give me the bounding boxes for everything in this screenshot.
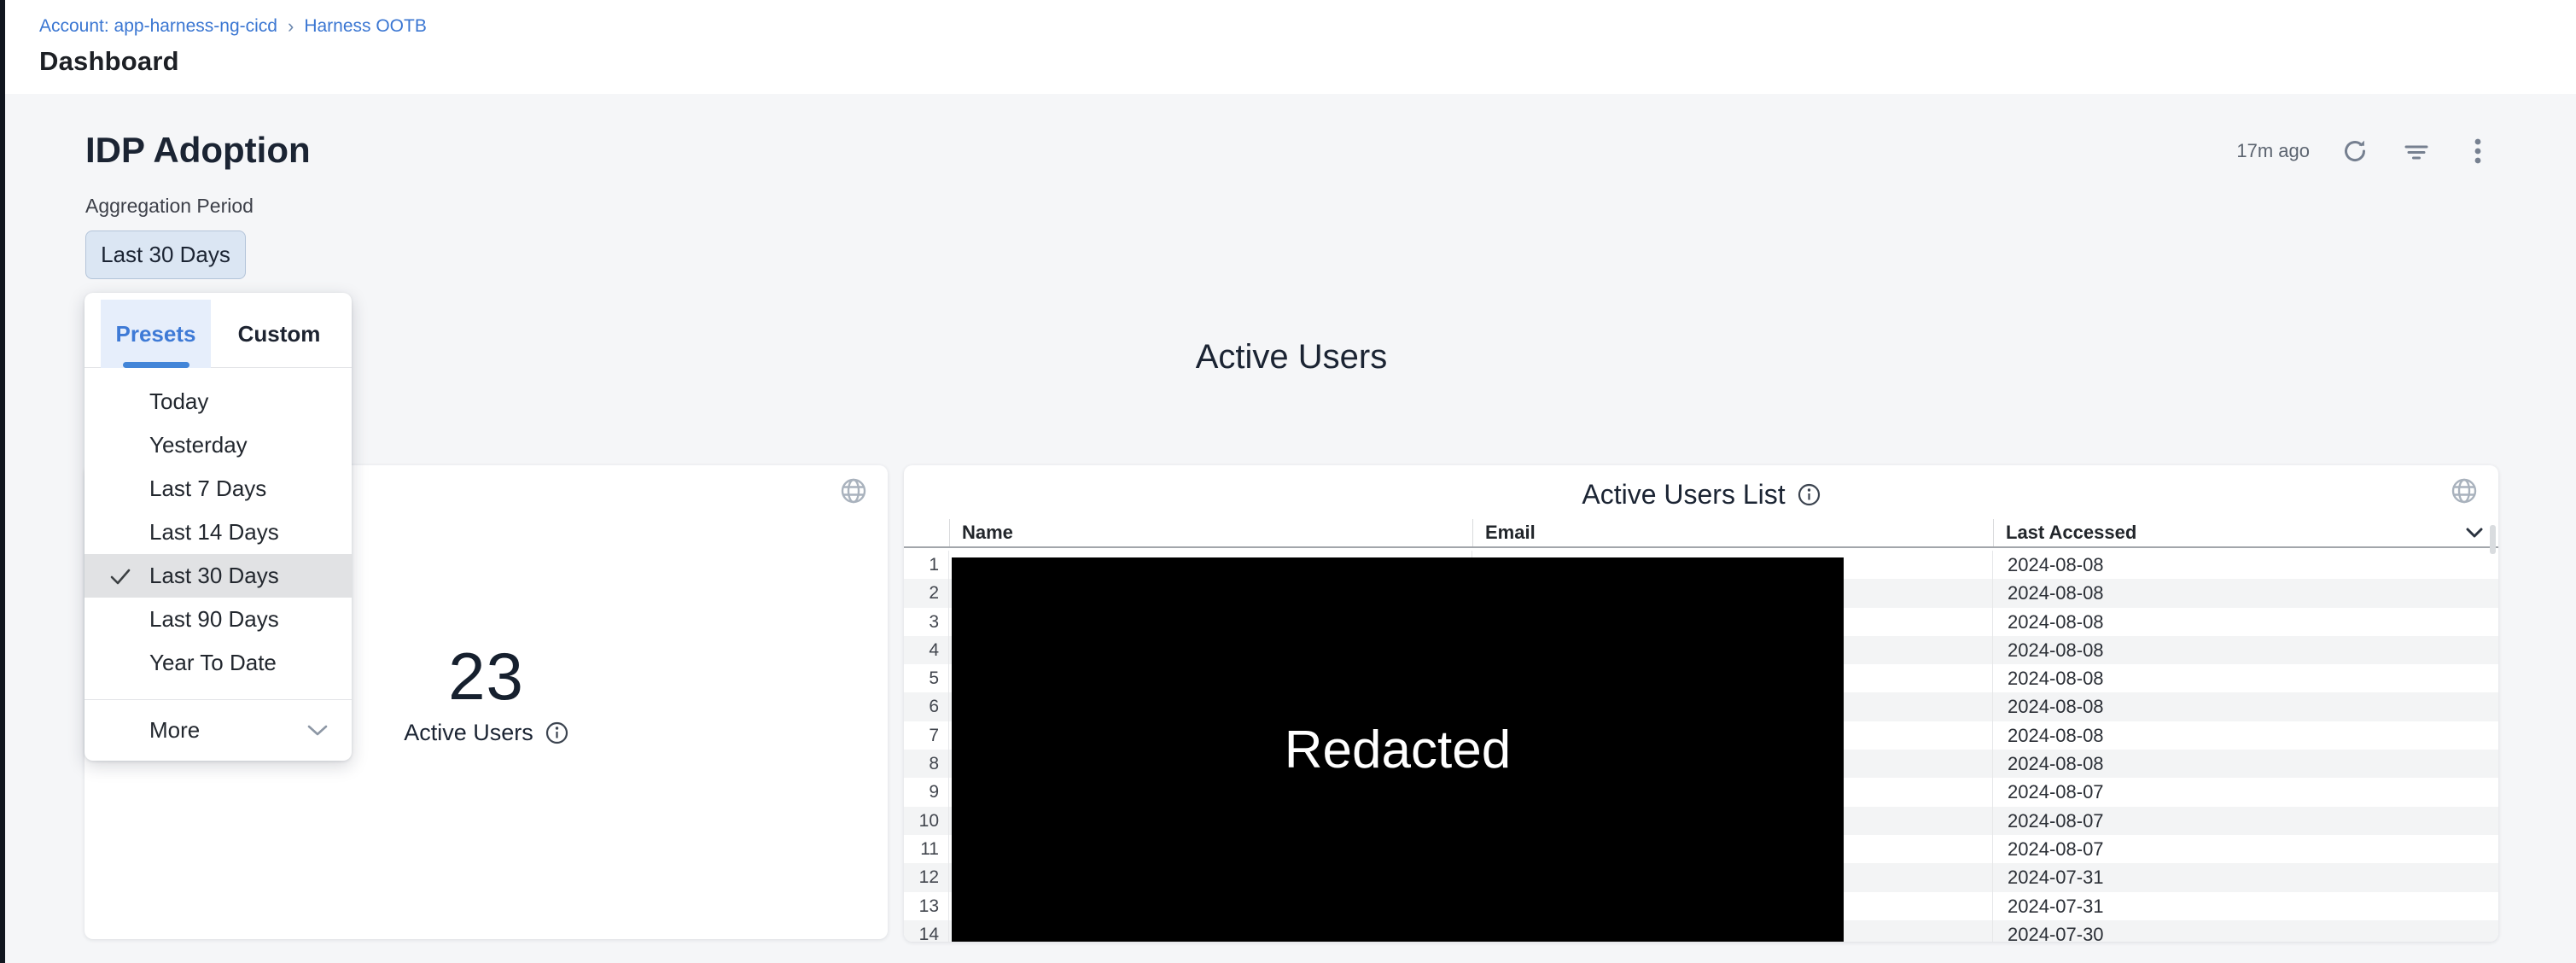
tile-label: Active Users <box>404 720 533 746</box>
row-number-cell: 5 <box>904 664 949 692</box>
preset-option-label: Last 90 Days <box>149 606 279 633</box>
last-accessed-cell: 2024-08-07 <box>1993 807 2498 835</box>
column-header-last-accessed[interactable]: Last Accessed <box>1993 519 2498 546</box>
last-accessed-cell: 2024-07-31 <box>1993 892 2498 920</box>
breadcrumb-account-link[interactable]: Account: app-harness-ng-cicd <box>39 16 277 37</box>
preset-option-label: Today <box>149 388 208 415</box>
kebab-menu-icon[interactable] <box>2462 135 2494 167</box>
preset-option-label: Last 14 Days <box>149 519 279 546</box>
active-tab-underline <box>123 362 189 368</box>
preset-option[interactable]: Year To Date <box>85 641 352 685</box>
date-preset-dropdown: Presets Custom Today <box>85 293 352 761</box>
filter-label: Aggregation Period <box>85 195 254 218</box>
last-accessed-cell: 2024-08-08 <box>1993 721 2498 750</box>
last-accessed-cell: 2024-08-08 <box>1993 608 2498 636</box>
row-number-cell: 4 <box>904 636 949 664</box>
column-header-name[interactable]: Name <box>949 519 1472 546</box>
row-number-cell: 7 <box>904 721 949 750</box>
preset-option-label: Last 30 Days <box>149 563 279 589</box>
info-icon[interactable] <box>545 721 568 744</box>
filter-icon[interactable] <box>2400 135 2433 167</box>
row-number-cell: 8 <box>904 750 949 778</box>
dropdown-tab-strip: Presets Custom <box>85 293 352 368</box>
table-title-row: Active Users List <box>904 479 2498 511</box>
row-number-cell: 14 <box>904 920 949 942</box>
preset-option[interactable]: Last 7 Days <box>85 467 352 511</box>
last-accessed-cell: 2024-08-08 <box>1993 579 2498 607</box>
breadcrumb-separator-icon: › <box>288 15 294 38</box>
dashboard-title: IDP Adoption <box>85 130 311 171</box>
preset-option-label: Last 7 Days <box>149 476 266 502</box>
section-heading: Active Users <box>85 338 2498 376</box>
last-accessed-cell: 2024-08-08 <box>1993 664 2498 692</box>
preset-option[interactable]: Last 30 Days <box>85 554 352 598</box>
last-accessed-cell: 2024-07-31 <box>1993 863 2498 891</box>
row-number-cell: 1 <box>904 551 949 579</box>
redacted-label: Redacted <box>1285 720 1511 780</box>
preset-option[interactable]: Last 14 Days <box>85 511 352 554</box>
last-accessed-cell: 2024-08-08 <box>1993 750 2498 778</box>
redacted-overlay: Redacted <box>952 557 1844 942</box>
row-number-cell: 12 <box>904 863 949 891</box>
top-header-band: Account: app-harness-ng-cicd › Harness O… <box>5 0 2576 94</box>
preset-option[interactable]: Today <box>85 380 352 423</box>
chevron-down-icon[interactable] <box>2466 528 2483 538</box>
table-title: Active Users List <box>1582 479 1785 511</box>
row-number-header <box>904 519 949 546</box>
tab-presets[interactable]: Presets <box>101 300 211 368</box>
last-accessed-cell: 2024-07-30 <box>1993 920 2498 942</box>
last-accessed-cell: 2024-08-07 <box>1993 835 2498 863</box>
table-scrollbar[interactable] <box>2490 525 2496 554</box>
breadcrumb: Account: app-harness-ng-cicd › Harness O… <box>39 15 427 38</box>
more-presets-button[interactable]: More <box>85 699 352 761</box>
last-accessed-cell: 2024-08-08 <box>1993 636 2498 664</box>
row-number-cell: 3 <box>904 608 949 636</box>
globe-icon <box>840 477 867 505</box>
row-number-cell: 2 <box>904 579 949 607</box>
preset-menu: Today Yesterday Last 7 Days <box>85 368 352 685</box>
tab-custom[interactable]: Custom <box>230 300 329 368</box>
preset-option[interactable]: Yesterday <box>85 423 352 467</box>
last-accessed-cell: 2024-08-08 <box>1993 551 2498 579</box>
breadcrumb-dashboard-link[interactable]: Harness OOTB <box>304 16 427 37</box>
collapsed-sidebar-edge <box>0 0 5 963</box>
row-number-cell: 10 <box>904 807 949 835</box>
row-number-cell: 6 <box>904 692 949 721</box>
last-accessed-cell: 2024-08-07 <box>1993 778 2498 806</box>
check-icon <box>108 564 132 588</box>
preset-option-label: Year To Date <box>149 650 277 676</box>
preset-option[interactable]: Last 90 Days <box>85 598 352 641</box>
page-title: Dashboard <box>39 46 179 77</box>
aggregation-period-button[interactable]: Last 30 Days <box>85 231 246 279</box>
chevron-down-icon <box>307 725 328 737</box>
refresh-icon[interactable] <box>2339 135 2371 167</box>
harness-dashboard-screen: Account: app-harness-ng-cicd › Harness O… <box>0 0 2576 963</box>
last-refreshed-label: 17m ago <box>2236 140 2310 162</box>
row-number-cell: 13 <box>904 892 949 920</box>
column-header-email[interactable]: Email <box>1472 519 1993 546</box>
row-number-cell: 9 <box>904 778 949 806</box>
last-accessed-cell: 2024-08-08 <box>1993 692 2498 721</box>
table-header-row: Name Email Last Accessed <box>904 519 2498 548</box>
row-number-cell: 11 <box>904 835 949 863</box>
active-users-list-card: Active Users List Name Email Last Access… <box>904 465 2498 942</box>
dashboard-toolbar: 17m ago <box>2236 135 2494 167</box>
info-icon[interactable] <box>1798 483 1821 506</box>
preset-option-label: Yesterday <box>149 432 248 458</box>
